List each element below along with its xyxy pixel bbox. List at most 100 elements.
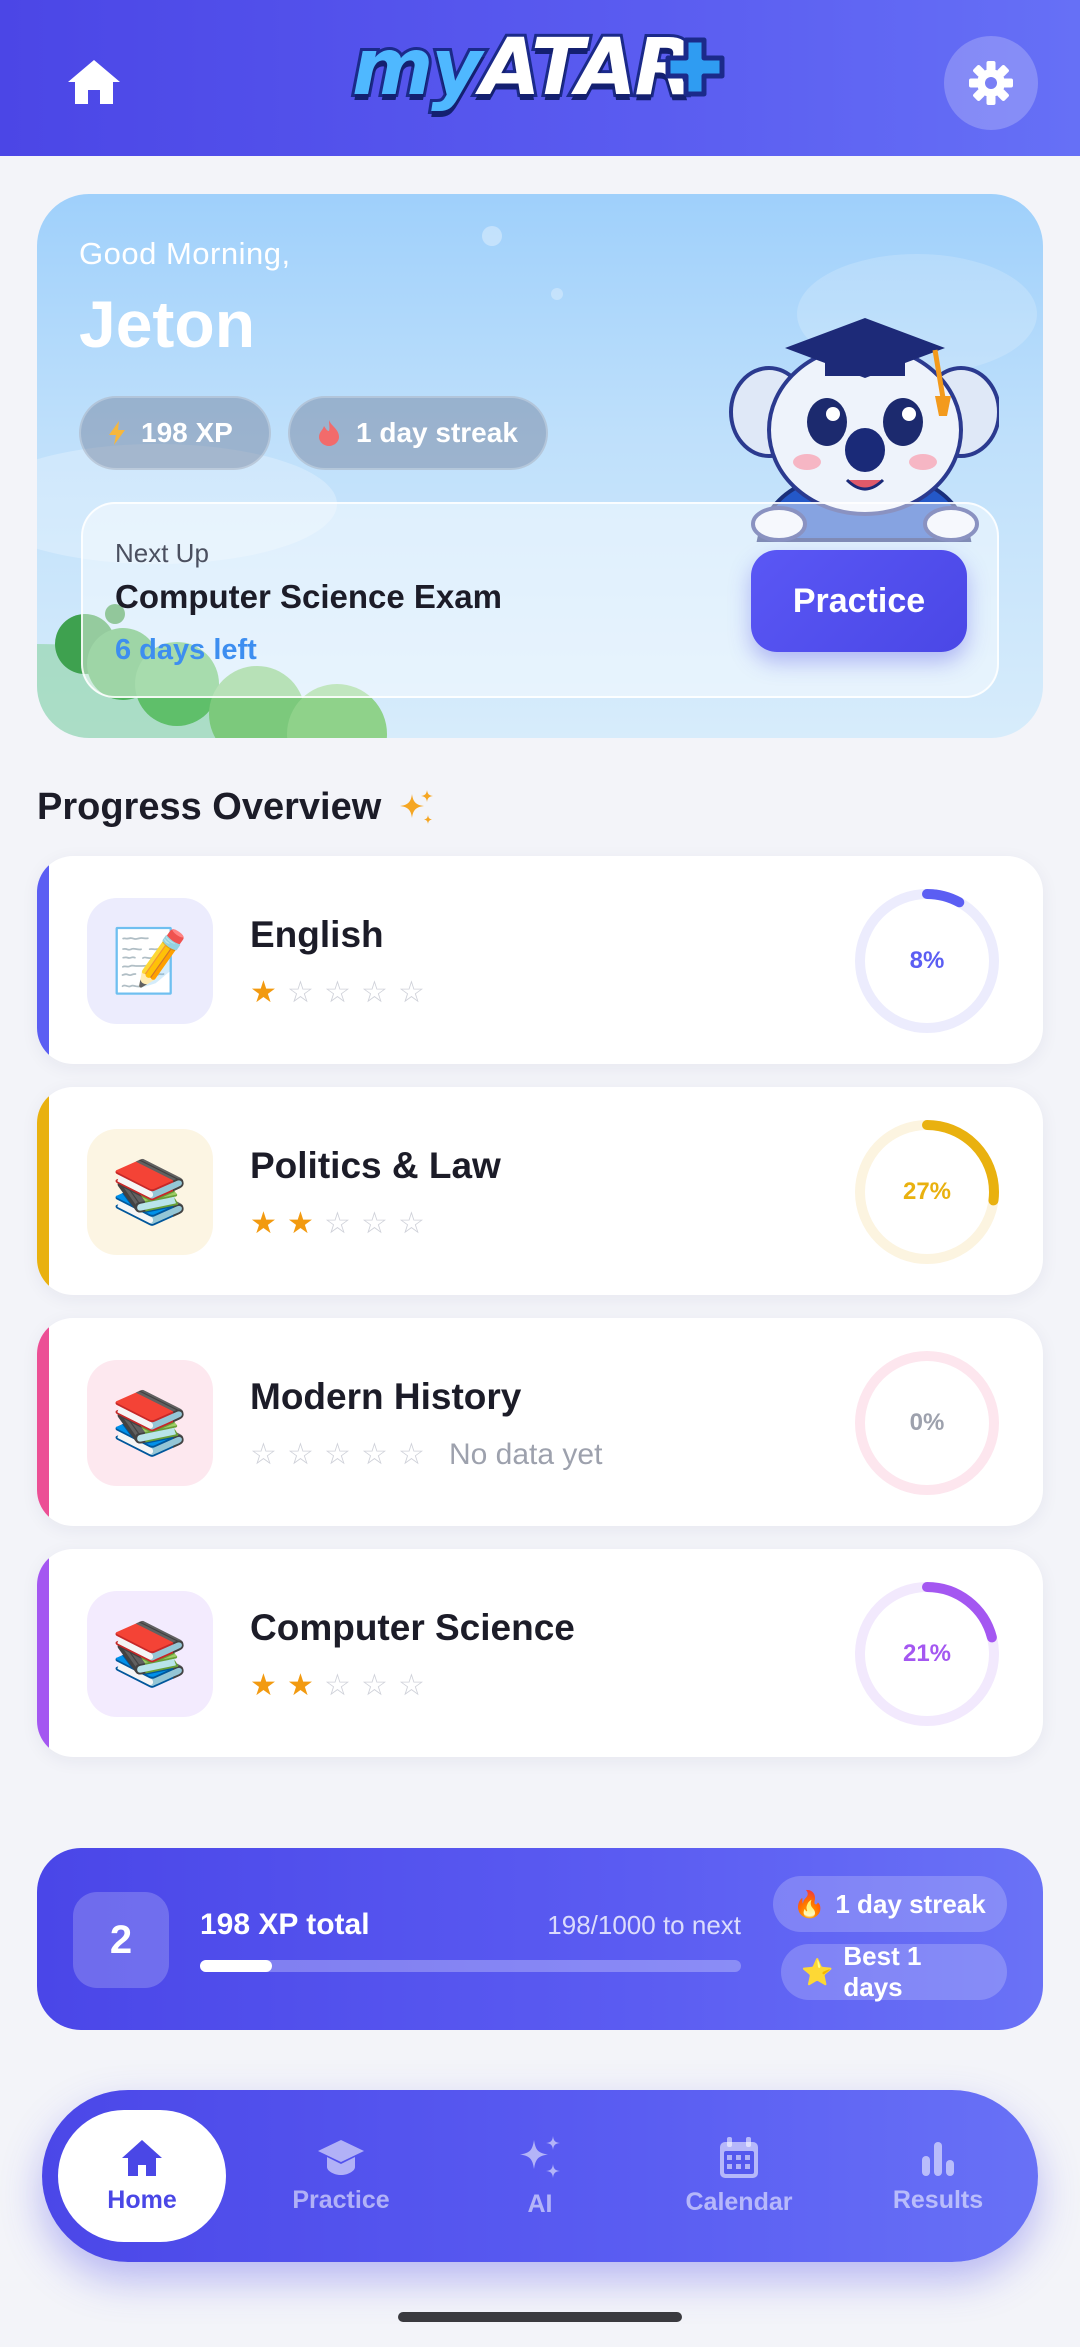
star-empty-icon: ☆	[287, 976, 314, 1009]
next-up-title: Computer Science Exam	[115, 578, 502, 615]
best-pill-label: Best 1 days	[843, 1941, 922, 2002]
star-icon: ⭐	[801, 1956, 834, 1987]
xp-next-label: 198/1000 to next	[547, 1910, 741, 1940]
gear-icon	[969, 61, 1013, 105]
xp-chip: 198 XP	[79, 396, 271, 470]
nav-item-practice[interactable]: Practice	[257, 2110, 425, 2242]
flame-icon	[319, 420, 339, 446]
star-empty-icon: ☆	[398, 1438, 425, 1471]
star-empty-icon: ☆	[398, 1207, 425, 1240]
subject-accent-bar	[37, 1087, 49, 1295]
subject-card[interactable]: 📝 English ★ ☆ ☆ ☆ ☆ 8%	[37, 856, 1043, 1064]
star-empty-icon: ☆	[287, 1438, 314, 1471]
subject-name: English	[250, 914, 384, 955]
star-empty-icon: ☆	[361, 1207, 388, 1240]
star-empty-icon: ☆	[361, 1438, 388, 1471]
subject-star-rating: ★ ☆ ☆ ☆ ☆	[250, 978, 435, 1008]
subject-percent-label: 21%	[902, 1640, 952, 1667]
xp-summary-card[interactable]: 2 198 XP total 198/1000 to next 🔥 1 day …	[37, 1848, 1043, 2030]
nav-item-home[interactable]: Home	[58, 2110, 226, 2242]
subject-percent-label: 0%	[909, 1409, 945, 1436]
star-empty-icon: ☆	[324, 1438, 351, 1471]
app-logo: my ATAR	[349, 16, 732, 120]
subject-card[interactable]: 📚 Computer Science ★ ★ ☆ ☆ ☆ 21%	[37, 1549, 1043, 1757]
subject-accent-bar	[37, 1318, 49, 1526]
star-empty-icon: ☆	[324, 1669, 351, 1702]
bottom-navigation: Home Practice AI Calendar Results	[42, 2090, 1038, 2262]
star-empty-icon: ☆	[324, 1207, 351, 1240]
home-icon	[122, 2139, 162, 2176]
user-name: Jeton	[79, 287, 256, 361]
subject-star-rating: ★ ★ ☆ ☆ ☆	[250, 1671, 435, 1701]
bar-chart-icon	[922, 2141, 954, 2176]
subject-name: Politics & Law	[250, 1145, 501, 1186]
subject-name: Modern History	[250, 1376, 522, 1417]
subject-star-rating: ☆ ☆ ☆ ☆ ☆ No data yet	[250, 1440, 602, 1470]
subject-card[interactable]: 📚 Modern History ☆ ☆ ☆ ☆ ☆ No data yet 0%	[37, 1318, 1043, 1526]
subject-percent-label: 27%	[902, 1178, 952, 1205]
sparkle-icon	[400, 790, 433, 824]
subject-name: Computer Science	[250, 1607, 575, 1648]
nav-label-calendar: Calendar	[685, 2187, 793, 2216]
nav-label-results: Results	[892, 2185, 984, 2214]
star-filled-icon: ★	[250, 976, 277, 1009]
streak-chip: 1 day streak	[288, 396, 548, 470]
calendar-icon	[720, 2136, 758, 2178]
subject-accent-bar	[37, 1549, 49, 1757]
books-icon: 📚	[111, 1619, 189, 1689]
logo-plus-icon	[665, 37, 725, 97]
subject-note: No data yet	[449, 1438, 603, 1471]
graduation-cap-icon	[318, 2139, 364, 2175]
xp-chip-label: 198 XP	[141, 417, 233, 448]
streak-pill-label: 1 day streak	[835, 1888, 986, 1919]
next-up-days-left: 6 days left	[115, 634, 257, 666]
home-icon[interactable]	[64, 56, 124, 108]
subject-star-rating: ★ ★ ☆ ☆ ☆	[250, 1209, 435, 1239]
best-streak-pill: ⭐ Best 1 days	[781, 1941, 1007, 2002]
subject-percent-label: 8%	[909, 947, 945, 974]
level-badge: 2	[73, 1892, 169, 1988]
logo-text-atar: ATAR	[477, 20, 698, 116]
sparkle-icon	[520, 2135, 560, 2178]
greeting-text: Good Morning,	[79, 236, 291, 271]
star-empty-icon: ☆	[398, 1669, 425, 1702]
books-icon: 📚	[111, 1157, 189, 1227]
star-empty-icon: ☆	[361, 976, 388, 1009]
subject-accent-bar	[37, 856, 49, 1064]
nav-label-home: Home	[107, 2185, 177, 2214]
lightning-icon	[109, 421, 125, 445]
subject-icon-tile: 📝	[87, 898, 213, 1024]
subject-card[interactable]: 📚 Politics & Law ★ ★ ☆ ☆ ☆ 27%	[37, 1087, 1043, 1295]
star-empty-icon: ☆	[250, 1438, 277, 1471]
nav-item-results[interactable]: Results	[854, 2110, 1022, 2242]
logo-text-my: my	[349, 20, 485, 116]
section-title: Progress Overview	[37, 786, 382, 828]
subject-icon-tile: 📚	[87, 1591, 213, 1717]
nav-item-calendar[interactable]: Calendar	[655, 2110, 823, 2242]
star-filled-icon: ★	[287, 1669, 314, 1702]
subject-icon-tile: 📚	[87, 1129, 213, 1255]
books-icon: 📚	[111, 1388, 189, 1458]
home-indicator	[398, 2312, 682, 2322]
xp-progress-bar	[200, 1960, 741, 1972]
settings-button[interactable]	[944, 36, 1038, 130]
star-empty-icon: ☆	[361, 1669, 388, 1702]
xp-progress-fill	[200, 1960, 273, 1972]
practice-button[interactable]: Practice	[751, 550, 967, 652]
next-up-card[interactable]: Next Up Computer Science Exam 6 days lef…	[81, 502, 999, 698]
top-app-bar: my ATAR	[0, 0, 1080, 156]
xp-total-label: 198 XP total	[200, 1908, 370, 1941]
flame-icon: 🔥	[793, 1888, 826, 1919]
star-empty-icon: ☆	[398, 976, 425, 1009]
star-empty-icon: ☆	[324, 976, 351, 1009]
memo-pencil-icon: 📝	[111, 926, 189, 996]
nav-label-practice: Practice	[292, 2185, 390, 2214]
next-up-label: Next Up	[115, 538, 209, 568]
star-filled-icon: ★	[250, 1669, 277, 1702]
star-filled-icon: ★	[250, 1207, 277, 1240]
streak-chip-label: 1 day streak	[356, 417, 518, 448]
nav-label-ai: AI	[527, 2189, 553, 2218]
streak-pill: 🔥 1 day streak	[773, 1876, 1007, 1932]
nav-item-ai[interactable]: AI	[456, 2110, 624, 2242]
subject-icon-tile: 📚	[87, 1360, 213, 1486]
